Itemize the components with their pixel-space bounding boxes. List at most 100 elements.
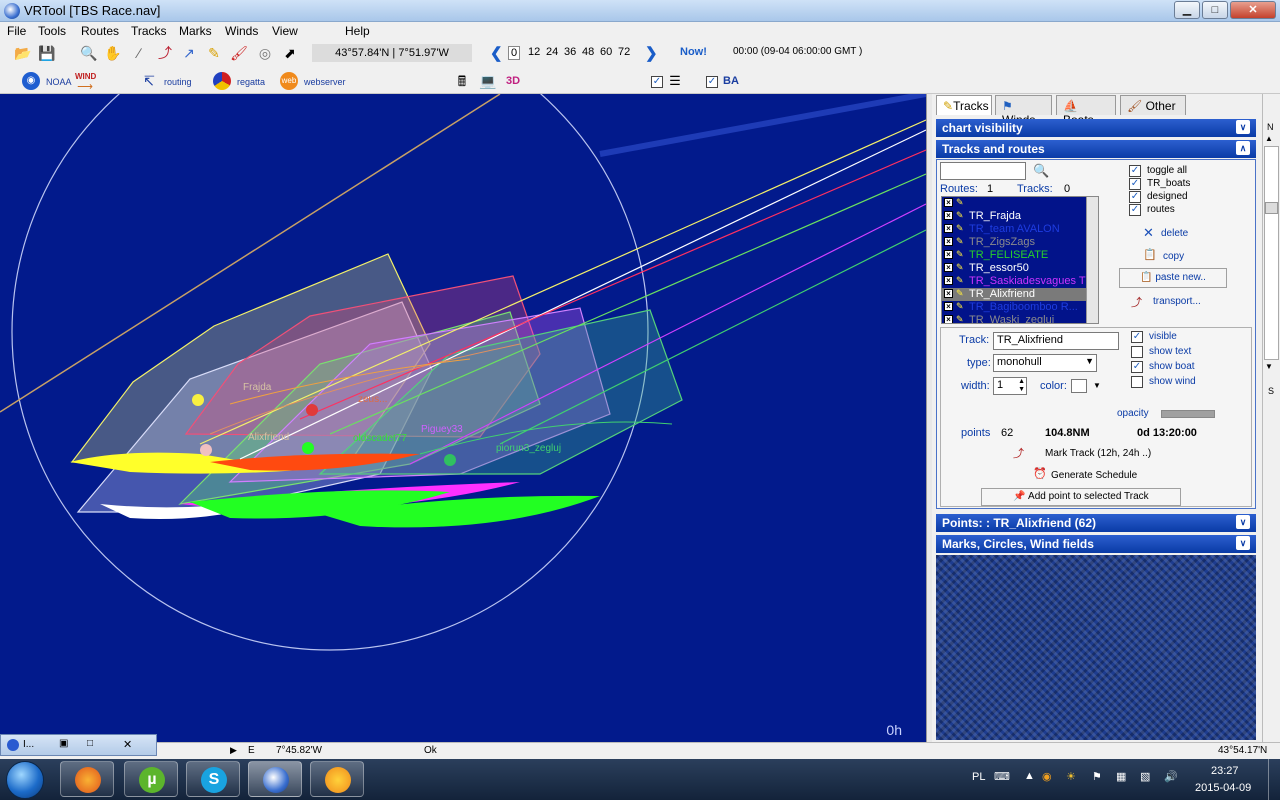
maximize-icon[interactable]: □ <box>87 738 93 749</box>
menu-view[interactable]: View <box>272 24 298 38</box>
keyboard-icon[interactable]: ⌨ <box>994 770 1010 783</box>
save-icon[interactable]: 💾 <box>38 44 56 62</box>
minimized-window[interactable]: I... ▣ □ ✕ <box>0 734 157 756</box>
chart-canvas[interactable] <box>0 94 926 742</box>
ba-checkbox[interactable]: ✓ <box>706 76 718 88</box>
previous-hour-icon[interactable]: ❮ <box>490 44 503 62</box>
open-folder-icon[interactable]: 📂 <box>14 44 32 62</box>
color-swatch[interactable] <box>1071 379 1087 393</box>
delete-icon[interactable]: ✕ <box>1143 225 1154 241</box>
visible-checkbox[interactable]: ✓ <box>1131 331 1143 343</box>
pen-icon[interactable]: ✎ <box>956 314 964 323</box>
taskbar-firefox[interactable] <box>60 761 114 797</box>
transport-button[interactable]: transport... <box>1153 296 1201 307</box>
noaa-icon[interactable]: ◉ <box>22 72 40 90</box>
delete-x-icon[interactable]: × <box>944 198 953 207</box>
track-list[interactable]: × ✎ × ✎ TR_Frajda × ✎ TR_team AVALON × ✎ TR_ZigsZa… <box>941 196 1099 324</box>
draw-line-icon[interactable]: ↗ <box>180 44 198 62</box>
generate-schedule-button[interactable]: Generate Schedule <box>1051 470 1137 481</box>
track-list-item[interactable]: × ✎ TR_ZigsZags <box>942 236 1088 249</box>
delete-x-icon[interactable]: × <box>944 211 953 220</box>
hour-48[interactable]: 48 <box>582 46 594 58</box>
webserver-label[interactable]: webserver <box>304 77 346 87</box>
chevron-down-icon[interactable]: ∨ <box>1236 120 1250 134</box>
start-button[interactable] <box>6 761 44 799</box>
copy-button[interactable]: copy <box>1163 251 1184 262</box>
scroll-track[interactable] <box>1264 146 1279 360</box>
show-wind-checkbox[interactable] <box>1131 376 1143 388</box>
taskbar-vrtool[interactable] <box>248 761 302 797</box>
status-arrow-icon[interactable]: ▶ <box>230 745 237 756</box>
hour-60[interactable]: 60 <box>600 46 612 58</box>
pen-icon[interactable]: ✎ <box>956 236 964 247</box>
show-boat-checkbox[interactable]: ✓ <box>1131 361 1143 373</box>
type-select[interactable]: monohull ▼ <box>993 354 1097 372</box>
3d-button[interactable]: 3D <box>506 75 520 87</box>
clock-date[interactable]: 2015-04-09 <box>1195 782 1251 794</box>
track-list-item[interactable]: × ✎ TR_FELISEATE <box>942 249 1088 262</box>
pen-icon[interactable]: ✎ <box>956 249 964 260</box>
binoculars-icon[interactable]: 🔍 <box>1033 163 1049 179</box>
delete-x-icon[interactable]: × <box>944 237 953 246</box>
delete-button[interactable]: delete <box>1161 228 1188 239</box>
add-point-button[interactable]: 📌 Add point to selected Track <box>981 488 1181 506</box>
designed-checkbox[interactable]: ✓ <box>1129 191 1141 203</box>
show-text-checkbox[interactable] <box>1131 346 1143 358</box>
chart-visibility-header[interactable]: chart visibility ∨ <box>936 119 1256 137</box>
track-search-input[interactable] <box>940 162 1026 180</box>
transport-icon[interactable]: ⤴ <box>1131 294 1142 310</box>
mark-track-button[interactable]: Mark Track (12h, 24h ..) <box>1045 448 1151 459</box>
pen-icon[interactable]: ✎ <box>956 223 964 234</box>
language-indicator[interactable]: PL <box>972 771 985 783</box>
track-list-scrollbar[interactable] <box>1086 197 1098 323</box>
track-list-item[interactable]: × ✎ <box>942 197 1088 210</box>
restore-icon[interactable]: ▣ <box>59 738 68 749</box>
track-list-item[interactable]: × ✎ TR_team AVALON <box>942 223 1088 236</box>
hour-0[interactable]: 0 <box>508 46 521 60</box>
close-button[interactable]: ✕ <box>1230 1 1276 19</box>
routing-label[interactable]: routing <box>164 77 192 87</box>
pen-icon[interactable]: ✎ <box>956 288 964 299</box>
track-list-item[interactable]: × ✎ TR_Alixfriend <box>942 288 1088 301</box>
menu-winds[interactable]: Winds <box>225 24 258 38</box>
signal-icon[interactable]: ▧ <box>1140 770 1150 783</box>
noaa-label[interactable]: NOAA <box>46 77 72 87</box>
menu-tools[interactable]: Tools <box>38 24 66 38</box>
layers-icon[interactable]: ☰ <box>666 72 684 90</box>
nautical-chart[interactable]: Frajda Alixfriend zeus... oldscadet77 Pi… <box>0 94 926 742</box>
boat-zeus[interactable] <box>306 404 318 416</box>
maximize-button[interactable]: □ <box>1202 1 1228 19</box>
track-name-input[interactable]: TR_Alixfriend <box>993 332 1119 350</box>
delete-x-icon[interactable]: × <box>944 250 953 259</box>
scroll-down-icon[interactable]: ▼ <box>1265 362 1273 371</box>
stepper-arrows-icon[interactable]: ▲ ▼ <box>1018 378 1025 394</box>
highlight-icon[interactable]: ✎ <box>205 44 223 62</box>
menu-tracks[interactable]: Tracks <box>131 24 167 38</box>
close-icon[interactable]: ✕ <box>123 738 132 751</box>
screen-icon[interactable]: 💻 <box>479 72 497 90</box>
marks-header[interactable]: Marks, Circles, Wind fields ∨ <box>936 535 1256 553</box>
volume-icon[interactable]: 🔊 <box>1164 770 1178 783</box>
pen-icon[interactable]: ✎ <box>956 275 964 286</box>
menu-marks[interactable]: Marks <box>179 24 212 38</box>
toggle-all-checkbox[interactable]: ✓ <box>1129 165 1141 177</box>
brush-icon[interactable]: 🖌 <box>230 44 248 62</box>
pointer-icon[interactable]: ⬈ <box>281 44 299 62</box>
pen-icon[interactable]: ✎ <box>956 210 964 221</box>
delete-x-icon[interactable]: × <box>944 276 953 285</box>
opacity-slider[interactable] <box>1161 410 1215 418</box>
boat-frajda[interactable] <box>192 394 204 406</box>
ruler-icon[interactable]: ∕ <box>130 44 148 62</box>
now-button[interactable]: Now! <box>680 46 707 58</box>
pen-icon[interactable]: ✎ <box>956 301 964 312</box>
hour-36[interactable]: 36 <box>564 46 576 58</box>
tab-other[interactable]: 🖌 Other <box>1120 95 1186 115</box>
copy-icon[interactable]: 📋 <box>1143 248 1157 261</box>
boat-piorun[interactable] <box>444 454 456 466</box>
routing-icon[interactable]: ↸ <box>140 72 158 90</box>
hour-12[interactable]: 12 <box>528 46 540 58</box>
chevron-down-icon[interactable]: ∨ <box>1236 515 1250 529</box>
layers-checkbox[interactable]: ✓ <box>651 76 663 88</box>
paste-new-button[interactable]: 📋 paste new.. <box>1119 268 1227 288</box>
menu-file[interactable]: File <box>7 24 26 38</box>
